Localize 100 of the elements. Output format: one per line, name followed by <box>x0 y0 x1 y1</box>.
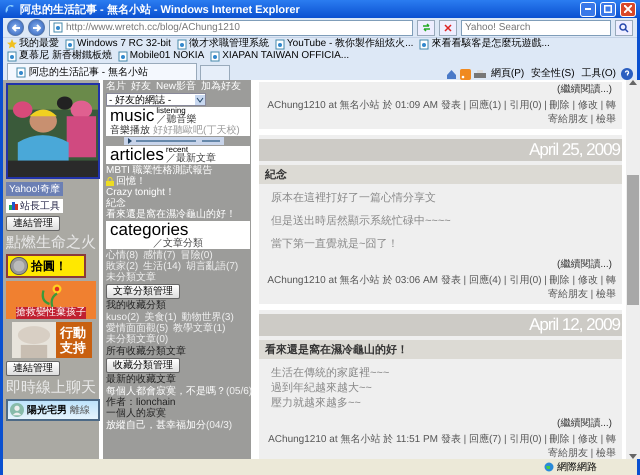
category-link[interactable]: 心情(8) <box>106 250 138 261</box>
category-link[interactable]: 敗家(2) <box>106 261 138 272</box>
site-icon <box>16 66 26 78</box>
bar-chart-icon <box>9 202 18 210</box>
heading-subtitle: ／聽音樂 <box>156 115 196 125</box>
security-zone: 網際網路 <box>544 460 597 474</box>
post-text: 壓力就越來越多~~ <box>271 396 362 410</box>
command-menu[interactable]: 網頁(P) <box>488 66 526 80</box>
coin-icon <box>10 257 28 275</box>
yahoo-badge[interactable]: Yahoo!奇摩 <box>6 182 63 196</box>
category-link[interactable]: 胡言亂語(7) <box>186 261 238 272</box>
page-icon <box>210 50 220 62</box>
lock-icon <box>106 177 114 186</box>
post-date: April 25, 2009 <box>259 139 622 161</box>
scrollbar[interactable] <box>626 80 640 459</box>
favorite-link[interactable]: 來看看駭客是怎麼玩遊戲... <box>419 38 550 50</box>
search-icon <box>619 22 629 32</box>
webmaster-tools-badge[interactable]: 站長工具 <box>6 199 63 213</box>
article-link[interactable]: 紀念 <box>106 198 236 209</box>
read-more-link[interactable]: (繼續閱讀...) <box>547 416 622 432</box>
favorite-link[interactable]: XIAPAN TAIWAN OFFICIA... <box>210 50 350 62</box>
back-button[interactable] <box>7 19 24 36</box>
article-author: 作者：lionchain <box>106 397 176 408</box>
address-field[interactable]: http://www.wretch.cc/blog/AChung1210 <box>49 20 413 36</box>
browser-icon <box>4 3 16 15</box>
help-icon[interactable] <box>621 68 633 80</box>
profile-link[interactable]: 好友 <box>131 81 151 92</box>
blog-select[interactable]: - 好友的網誌 - <box>106 93 206 106</box>
close-icon <box>624 5 632 13</box>
search-field[interactable]: Yahoo! Search <box>461 20 611 36</box>
category-manage-button[interactable]: 文章分類管理 <box>106 284 180 299</box>
avatar-icon <box>10 403 24 417</box>
globe-icon <box>544 462 554 472</box>
maximize-button[interactable] <box>600 2 616 16</box>
collection-link[interactable]: 美食(1) <box>144 312 177 323</box>
refresh-icon <box>422 23 430 32</box>
print-icon[interactable] <box>474 69 486 80</box>
donation-banner[interactable]: 拾圓！ <box>6 254 86 278</box>
stop-button[interactable] <box>439 20 457 36</box>
favorite-link[interactable]: 徵才求職管理系統 <box>176 38 269 50</box>
article-link[interactable]: 看來還是窩在濕冷龜山的好！ <box>106 209 236 220</box>
post-footer: AChung1210 at 無名小站 於 11:51 PM 發表 | 回應(7) | 引用(0) | 刪除 | 修改 | 轉寄給朋友 | 檢舉 <box>259 432 622 459</box>
maximize-icon <box>604 5 612 13</box>
heading-subtitle: ／文章分類 <box>153 239 203 249</box>
article-link[interactable]: MBTI 職業性格測試報告 <box>106 165 236 176</box>
minimize-button[interactable] <box>580 2 596 16</box>
favorite-link[interactable]: Mobile01 NOKIA <box>118 50 204 62</box>
favorites-button[interactable]: 我的最愛 <box>7 38 59 50</box>
profile-link[interactable]: New影音 <box>156 81 196 92</box>
post-title: 看來還是窩在濕冷龜山的好！ <box>259 340 622 359</box>
page-icon <box>7 50 17 62</box>
article-excerpt: 一個人的寂寞 <box>106 408 167 419</box>
category-link[interactable]: 冒險(0) <box>180 250 213 261</box>
category-link[interactable]: 感情(7) <box>143 250 176 261</box>
all-collections-link[interactable]: 所有收藏分類文章 <box>106 346 186 357</box>
read-more-link[interactable]: (繼續閱讀...) <box>547 82 622 98</box>
collection-link[interactable]: 教學文章(1) <box>173 323 226 334</box>
charity-banner[interactable]: 搶救變性棄孩子 <box>6 281 96 319</box>
collection-link[interactable]: 未分類文章(0) <box>106 334 168 345</box>
command-menu[interactable]: 安全性(S) <box>529 66 577 80</box>
page-icon <box>65 38 75 50</box>
post-text: 但是送出時居然顯示系統忙碌中~~~~ <box>271 214 452 228</box>
action-banner[interactable]: 行動支持 <box>12 322 92 358</box>
heading-subtitle: ／最新文章 <box>166 154 216 164</box>
search-button[interactable] <box>615 20 633 36</box>
collection-manage-button[interactable]: 收藏分類管理 <box>106 358 180 373</box>
articles-heading: articles <box>110 146 164 164</box>
audio-player[interactable] <box>124 137 224 145</box>
profile-link[interactable]: 名片 <box>106 81 126 92</box>
forward-button[interactable] <box>28 19 45 36</box>
collection-link[interactable]: 動物世界(3) <box>182 312 234 323</box>
favorite-link[interactable]: 夏慕尼 新香榭鐵板燒 <box>7 50 112 62</box>
post-footer: AChung1210 at 無名小站 於 03:06 AM 發表 | 回應(4) | 引用(0) | 刪除 | 修改 | 轉寄給朋友 | 檢舉 <box>259 273 622 304</box>
saved-article-link[interactable]: 放縱自己，甚幸福加分 <box>106 420 206 431</box>
chat-widget[interactable]: 陽光宅男 離線 <box>6 399 100 421</box>
profile-link[interactable]: 加為好友 <box>201 81 242 92</box>
music-heading: music <box>110 107 154 125</box>
article-link[interactable]: Crazy tonight！ <box>106 187 236 198</box>
close-button[interactable] <box>620 2 636 16</box>
favorite-link[interactable]: Windows 7 RC 32-bit <box>65 38 171 50</box>
heading-tag: recent <box>166 146 216 154</box>
collection-link[interactable]: 愛情面面觀(5) <box>106 323 168 334</box>
refresh-button[interactable] <box>417 20 435 36</box>
read-more-link[interactable]: (繼續閱讀...) <box>547 257 622 273</box>
favorite-link[interactable]: YouTube - 教你製作組炫火... <box>274 38 414 50</box>
music-label: 音樂播放 <box>110 125 150 136</box>
post-date: April 12, 2009 <box>259 314 622 336</box>
category-link[interactable]: 未分類文章 <box>106 272 156 283</box>
link-manage-button[interactable]: 連結管理 <box>6 361 60 376</box>
site-icon <box>53 22 63 33</box>
article-link[interactable]: 回憶！ <box>106 176 236 187</box>
chat-status: 離線 <box>70 404 90 417</box>
link-manage-button[interactable]: 連結管理 <box>6 216 60 231</box>
category-link[interactable]: 生活(14) <box>143 261 182 272</box>
saved-article-link[interactable]: 每個人都會寂寞，不是嗎？ <box>106 386 226 397</box>
feed-icon[interactable] <box>460 69 471 80</box>
stop-icon <box>444 24 452 32</box>
command-menu[interactable]: 工具(O) <box>580 66 618 80</box>
browser-tab[interactable]: 阿忠的生活記事 - 無名小站 <box>7 63 197 80</box>
collection-link[interactable]: kuso(2) <box>106 312 140 323</box>
